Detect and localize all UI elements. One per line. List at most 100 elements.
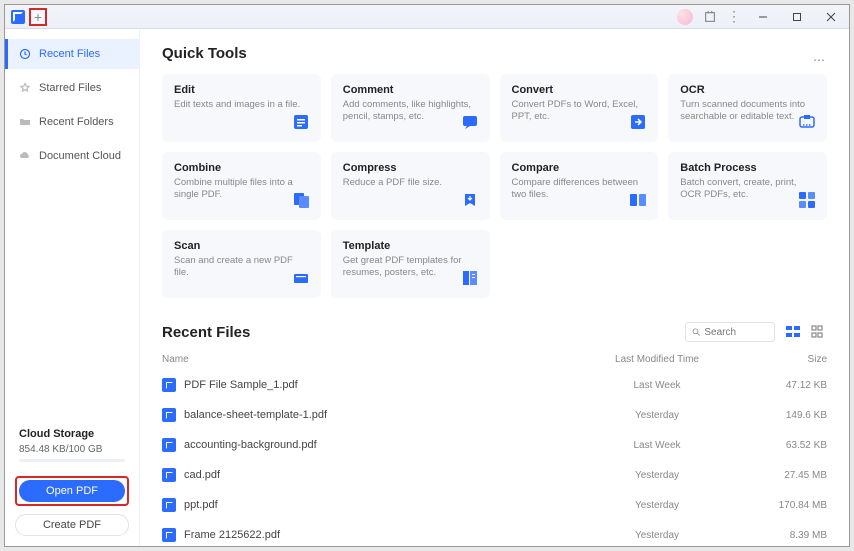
quick-tools-grid: EditEdit texts and images in a file.Comm… [162, 74, 827, 298]
search-input[interactable] [704, 327, 768, 338]
file-modified: Yesterday [567, 530, 747, 541]
sidebar-item-recent-folders[interactable]: Recent Folders [5, 107, 139, 137]
tool-card-scan[interactable]: Scan Scan and create a new PDF file. [162, 230, 321, 298]
maximize-button[interactable] [785, 7, 809, 27]
file-name: balance-sheet-template-1.pdf [184, 409, 327, 421]
tool-card-convert[interactable]: Convert Convert PDFs to Word, Excel, PPT,… [500, 74, 659, 142]
more-icon[interactable]: ⋯ [813, 53, 827, 67]
file-size: 47.12 KB [747, 380, 827, 391]
file-size: 8.39 MB [747, 530, 827, 541]
pdf-file-icon [162, 378, 176, 392]
file-row[interactable]: Frame 2125622.pdf Yesterday8.39 MB [162, 520, 827, 546]
file-row[interactable]: cad.pdf Yesterday27.45 MB [162, 460, 827, 490]
create-pdf-button[interactable]: Create PDF [15, 514, 129, 536]
share-icon[interactable] [703, 10, 717, 24]
col-name: Name [162, 354, 567, 365]
file-name: cad.pdf [184, 469, 220, 481]
minimize-button[interactable] [751, 7, 775, 27]
file-modified: Yesterday [567, 410, 747, 421]
tool-title: Scan [174, 240, 309, 252]
list-view-button[interactable] [785, 324, 801, 340]
app-window: + ⋮ Recent Files Starred Files [4, 4, 850, 547]
grid-view-button[interactable] [811, 324, 827, 340]
tool-desc: Add comments, like highlights, pencil, s… [343, 99, 478, 124]
sidebar-item-label: Document Cloud [39, 150, 121, 162]
tool-card-edit[interactable]: EditEdit texts and images in a file. [162, 74, 321, 142]
sidebar-item-label: Recent Folders [39, 116, 114, 128]
tool-desc: Compare differences between two files. [512, 177, 647, 202]
search-box[interactable] [685, 322, 775, 342]
titlebar: + ⋮ [5, 5, 849, 29]
file-modified: Yesterday [567, 470, 747, 481]
tool-card-template[interactable]: Template Get great PDF templates for resu… [331, 230, 490, 298]
tool-title: Compress [343, 162, 478, 174]
tool-title: Edit [174, 84, 309, 96]
tool-title: Convert [512, 84, 647, 96]
clock-icon [19, 48, 31, 60]
file-size: 63.52 KB [747, 440, 827, 451]
folder-icon [19, 116, 31, 128]
file-size: 27.45 MB [747, 470, 827, 481]
open-pdf-button[interactable]: Open PDF [19, 480, 125, 502]
file-name: Frame 2125622.pdf [184, 529, 280, 541]
tool-title: Batch Process [680, 162, 815, 174]
file-name: accounting-background.pdf [184, 439, 317, 451]
tool-card-batch-process[interactable]: Batch Process Batch convert, create, prin… [668, 152, 827, 220]
open-pdf-highlight: Open PDF [15, 476, 129, 506]
file-row[interactable]: ppt.pdfYesterday170.84 MB [162, 490, 827, 520]
file-row[interactable]: PDF File Sample_1.pdf Last Week47.12 KB [162, 370, 827, 400]
tool-icon [460, 190, 480, 210]
tool-icon [797, 190, 817, 210]
plus-icon: + [34, 10, 42, 24]
tool-icon [628, 112, 648, 132]
tool-title: Template [343, 240, 478, 252]
recent-files-heading: Recent Files [162, 324, 250, 341]
tool-icon [797, 112, 817, 132]
pdf-file-icon [162, 528, 176, 542]
sidebar-item-recent-files[interactable]: Recent Files [5, 39, 139, 69]
tool-desc: Convert PDFs to Word, Excel, PPT, etc. [512, 99, 647, 124]
main-content: Quick Tools ⋯ EditEdit texts and images … [140, 29, 849, 546]
file-modified: Last Week [567, 440, 747, 451]
cloud-storage-bar [19, 459, 125, 462]
col-size: Size [747, 354, 827, 365]
user-avatar[interactable] [677, 9, 693, 25]
file-modified: Last Week [567, 380, 747, 391]
app-logo-icon [11, 10, 25, 24]
tool-desc: Reduce a PDF file size. [343, 177, 478, 189]
star-icon [19, 82, 31, 94]
file-name: ppt.pdf [184, 499, 218, 511]
tool-icon [628, 190, 648, 210]
tool-title: Combine [174, 162, 309, 174]
tool-desc: Scan and create a new PDF file. [174, 255, 309, 280]
pdf-file-icon [162, 438, 176, 452]
file-list: PDF File Sample_1.pdfLast Week47.12 KBba… [162, 370, 827, 546]
tool-card-combine[interactable]: CombineCombine multiple files into a sin… [162, 152, 321, 220]
tool-desc: Get great PDF templates for resumes, pos… [343, 255, 478, 280]
quick-tools-heading: Quick Tools [162, 45, 247, 62]
tool-icon [291, 190, 311, 210]
file-row[interactable]: accounting-background.pdf Last Week63.52 … [162, 430, 827, 460]
new-tab-button[interactable]: + [29, 8, 47, 26]
sidebar-item-label: Starred Files [39, 82, 101, 94]
kebab-menu[interactable]: ⋮ [727, 8, 741, 25]
tool-card-compress[interactable]: Compress Reduce a PDF file size. [331, 152, 490, 220]
close-button[interactable] [819, 7, 843, 27]
tool-icon [291, 268, 311, 288]
file-name: PDF File Sample_1.pdf [184, 379, 298, 391]
sidebar-item-starred-files[interactable]: Starred Files [5, 73, 139, 103]
cloud-storage-usage: 854.48 KB/100 GB [19, 444, 125, 455]
sidebar-item-document-cloud[interactable]: Document Cloud [5, 141, 139, 171]
tool-desc: Batch convert, create, print, OCR PDFs, … [680, 177, 815, 202]
file-row[interactable]: balance-sheet-template-1.pdfYesterday149… [162, 400, 827, 430]
col-modified: Last Modified Time [567, 354, 747, 365]
cloud-storage-title: Cloud Storage [19, 428, 125, 440]
tool-card-comment[interactable]: CommentAdd comments, like highlights, pe… [331, 74, 490, 142]
tool-card-compare[interactable]: Compare Compare differences between two f… [500, 152, 659, 220]
file-size: 170.84 MB [747, 500, 827, 511]
table-header: Name Last Modified Time Size [162, 350, 827, 370]
pdf-file-icon [162, 408, 176, 422]
tool-title: Compare [512, 162, 647, 174]
cloud-icon [19, 150, 31, 162]
tool-card-ocr[interactable]: OCRTurn scanned documents into searchabl… [668, 74, 827, 142]
